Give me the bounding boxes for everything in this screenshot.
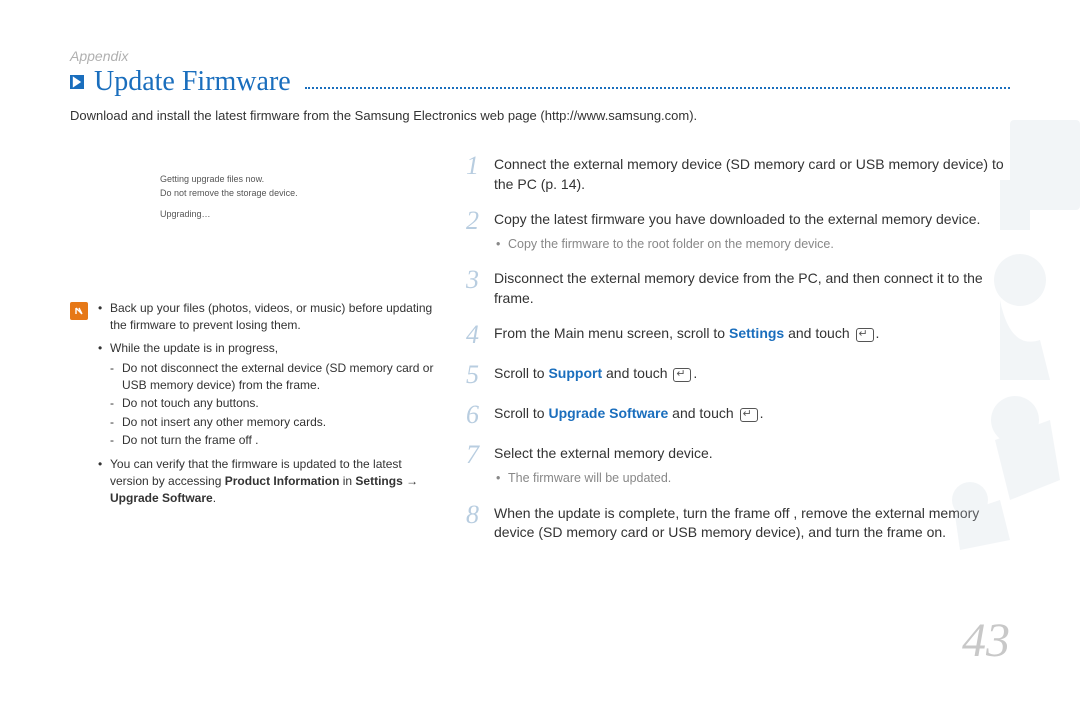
note-block: Back up your files (photos, videos, or m…	[70, 300, 442, 514]
note-item-1: Back up your files (photos, videos, or m…	[98, 300, 442, 335]
step-number: 6	[466, 402, 484, 428]
step-number: 2	[466, 208, 484, 253]
step-number: 1	[466, 153, 484, 194]
enter-icon	[740, 408, 758, 422]
background-illustration	[900, 120, 1080, 550]
step-number: 5	[466, 362, 484, 388]
note-list: Back up your files (photos, videos, or m…	[98, 300, 442, 514]
page-number: 43	[962, 613, 1010, 668]
note-sub-2: Do not touch any buttons.	[110, 395, 442, 412]
status-box: Getting upgrade files now. Do not remove…	[160, 173, 442, 222]
chevron-right-icon	[70, 75, 84, 89]
note-item-2: While the update is in progress, Do not …	[98, 340, 442, 449]
section-label: Appendix	[70, 48, 1010, 64]
note-item-2-lead: While the update is in progress,	[110, 341, 278, 355]
status-line-1: Getting upgrade files now.	[160, 173, 442, 187]
note-item-3: You can verify that the firmware is upda…	[98, 456, 442, 508]
note-icon	[70, 302, 88, 320]
step-number: 7	[466, 442, 484, 487]
title-divider	[305, 87, 1010, 89]
page-title: Update Firmware	[94, 66, 291, 98]
step-number: 3	[466, 267, 484, 308]
step-number: 4	[466, 322, 484, 348]
note-sub-3: Do not insert any other memory cards.	[110, 414, 442, 431]
note-sub-1: Do not disconnect the external device (S…	[110, 360, 442, 395]
status-line-2: Do not remove the storage device.	[160, 187, 442, 201]
enter-icon	[856, 328, 874, 342]
enter-icon	[673, 368, 691, 382]
note-sub-4: Do not turn the frame off .	[110, 432, 442, 449]
step-number: 8	[466, 502, 484, 543]
status-line-3: Upgrading…	[160, 208, 442, 222]
title-row: Update Firmware	[70, 66, 1010, 98]
intro-text: Download and install the latest firmware…	[70, 108, 1010, 123]
